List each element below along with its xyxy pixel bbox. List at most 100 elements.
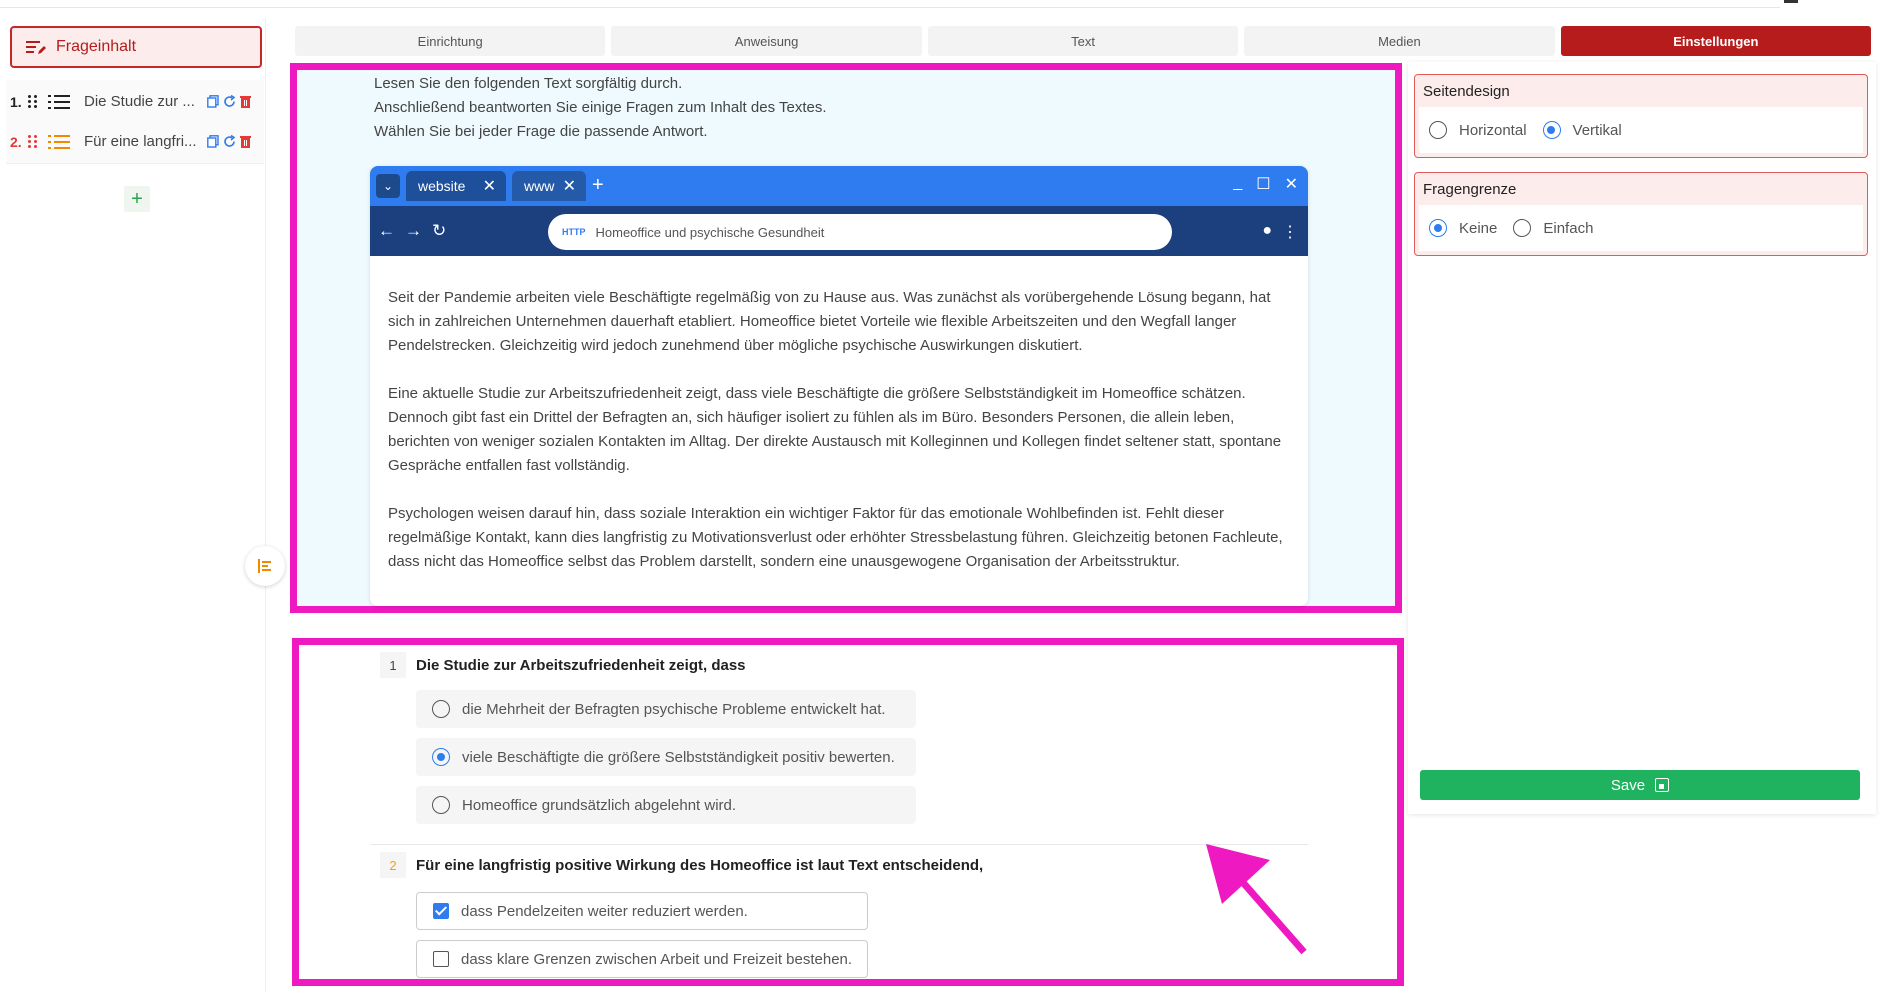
settings-panel: Seitendesign Horizontal Vertikal Frageng… bbox=[1408, 62, 1876, 814]
refresh-icon[interactable] bbox=[222, 135, 236, 149]
save-label: Save bbox=[1610, 776, 1646, 794]
list-icon bbox=[48, 93, 72, 111]
answer-option[interactable]: dass klare Grenzen zwischen Arbeit und F… bbox=[416, 940, 868, 978]
article-paragraph: Seit der Pandemie arbeiten viele Beschäf… bbox=[388, 289, 1271, 354]
browser-tab-bar: ⌄ website ✕ www ✕ + _ ☐ ✕ bbox=[370, 166, 1308, 206]
radio-button[interactable] bbox=[432, 748, 450, 766]
top-icon-fragment bbox=[1784, 0, 1798, 3]
browser-nav: ← → ↻ bbox=[378, 221, 446, 241]
browser-address-bar: ← → ↻ HTTP Homeoffice und psychische Ges… bbox=[370, 206, 1308, 256]
browser-tab[interactable]: www ✕ bbox=[512, 171, 586, 201]
browser-tab-label: www bbox=[524, 178, 555, 194]
question-text: Für eine langfristig positive Wirkung de… bbox=[416, 856, 984, 874]
radio-button[interactable] bbox=[1429, 121, 1447, 139]
sidebar-item-label: Für eine langfri... bbox=[84, 133, 197, 150]
tab-bar: Einrichtung Anweisung Text Medien Einste… bbox=[295, 26, 1872, 56]
card-title: Seitendesign bbox=[1423, 82, 1510, 100]
close-icon[interactable]: ✕ bbox=[563, 176, 576, 196]
answer-option[interactable]: dass Pendelzeiten weiter reduziert werde… bbox=[416, 892, 868, 930]
align-icon bbox=[258, 559, 271, 573]
frageninhalt-button[interactable]: Frageinhalt bbox=[10, 26, 262, 68]
option-label: Vertikal bbox=[1572, 121, 1622, 139]
window-controls: _ ☐ ✕ bbox=[1233, 174, 1298, 194]
checkbox[interactable] bbox=[433, 903, 449, 919]
close-icon[interactable]: ✕ bbox=[483, 176, 496, 196]
http-badge: HTTP bbox=[562, 227, 586, 237]
radio-button[interactable] bbox=[432, 700, 450, 718]
copy-icon[interactable] bbox=[206, 135, 220, 149]
account-icon[interactable]: ● bbox=[1262, 222, 1272, 242]
tab-anweisung[interactable]: Anweisung bbox=[611, 26, 922, 56]
drag-icon[interactable] bbox=[28, 134, 40, 149]
option-label: Keine bbox=[1459, 219, 1498, 237]
new-tab-icon[interactable]: + bbox=[592, 174, 604, 197]
save-button[interactable]: Save bbox=[1420, 770, 1860, 800]
forward-icon[interactable]: → bbox=[405, 221, 422, 241]
edit-list-icon bbox=[26, 38, 46, 56]
option-horizontal[interactable]: Horizontal bbox=[1429, 121, 1527, 139]
answer-option[interactable]: viele Beschäftigte die größere Selbststä… bbox=[416, 738, 916, 776]
item-number: 2. bbox=[10, 133, 22, 150]
instruction-line: Lesen Sie den folgenden Text sorgfältig … bbox=[374, 75, 683, 92]
answer-option[interactable]: die Mehrheit der Befragten psychische Pr… bbox=[416, 690, 916, 728]
checkbox[interactable] bbox=[433, 951, 449, 967]
top-border bbox=[0, 0, 1780, 8]
maximize-icon[interactable]: ☐ bbox=[1256, 174, 1270, 194]
instruction-line: Anschließend beantworten Sie einige Frag… bbox=[374, 99, 827, 116]
url-field[interactable]: HTTP Homeoffice und psychische Gesundhei… bbox=[548, 214, 1172, 250]
more-vert-icon[interactable]: ⋮ bbox=[1282, 222, 1298, 242]
option-label: Einfach bbox=[1543, 219, 1594, 237]
chevron-down-icon[interactable]: ⌄ bbox=[376, 174, 400, 198]
question-2-heading: 2 Für eine langfristig positive Wirkung … bbox=[380, 852, 983, 878]
item-number: 1. bbox=[10, 93, 22, 110]
url-text: Homeoffice und psychische Gesundheit bbox=[595, 224, 825, 240]
tab-text[interactable]: Text bbox=[927, 26, 1239, 56]
sidebar-item-question-1[interactable]: 1. Die Studie zur ... bbox=[6, 80, 264, 124]
radio-button[interactable] bbox=[432, 796, 450, 814]
radio-button[interactable] bbox=[1429, 219, 1447, 237]
add-question-button[interactable]: + bbox=[124, 186, 150, 212]
article-paragraph: Psychologen weisen darauf hin, dass sozi… bbox=[388, 505, 1283, 570]
question-number: 1 bbox=[380, 652, 406, 678]
sidebar-item-question-2[interactable]: 2. Für eine langfri... bbox=[6, 120, 264, 164]
plus-icon: + bbox=[131, 187, 143, 210]
article-body: Seit der Pandemie arbeiten viele Beschäf… bbox=[370, 256, 1308, 574]
option-text: die Mehrheit der Befragten psychische Pr… bbox=[462, 700, 886, 718]
tab-einrichtung[interactable]: Einrichtung bbox=[295, 26, 606, 56]
option-keine[interactable]: Keine bbox=[1429, 219, 1497, 237]
option-vertikal[interactable]: Vertikal bbox=[1542, 121, 1622, 139]
card-title: Fragengrenze bbox=[1423, 180, 1517, 198]
option-einfach[interactable]: Einfach bbox=[1513, 219, 1593, 237]
frageninhalt-label: Frageinhalt bbox=[56, 38, 137, 55]
copy-icon[interactable] bbox=[206, 95, 220, 109]
question-sidebar: Frageinhalt 1. Die Studie zur ... 2. Für… bbox=[0, 18, 266, 992]
browser-mockup: ⌄ website ✕ www ✕ + _ ☐ ✕ ← → ↻ HTTP Homeo… bbox=[370, 166, 1308, 606]
reload-icon[interactable]: ↻ bbox=[432, 221, 446, 241]
browser-tab[interactable]: website ✕ bbox=[406, 171, 506, 201]
option-text: Homeoffice grundsätzlich abgelehnt wird. bbox=[462, 796, 737, 814]
trash-icon[interactable] bbox=[238, 135, 252, 149]
drag-icon[interactable] bbox=[28, 94, 40, 109]
answer-option[interactable]: Homeoffice grundsätzlich abgelehnt wird. bbox=[416, 786, 916, 824]
option-text: dass klare Grenzen zwischen Arbeit und F… bbox=[461, 950, 853, 968]
instruction-line: Wählen Sie bei jeder Frage die passende … bbox=[374, 123, 708, 140]
browser-right-controls: ● ⋮ bbox=[1262, 222, 1298, 242]
radio-button[interactable] bbox=[1542, 121, 1561, 139]
article-paragraph: Eine aktuelle Studie zur Arbeitszufriede… bbox=[388, 385, 1282, 474]
divider bbox=[370, 844, 1308, 845]
list-icon bbox=[48, 133, 72, 151]
tab-medien[interactable]: Medien bbox=[1244, 26, 1555, 56]
question-text: Die Studie zur Arbeitszufriedenheit zeig… bbox=[416, 656, 746, 674]
minimize-icon[interactable]: _ bbox=[1233, 174, 1242, 194]
collapse-sidebar-button[interactable] bbox=[245, 546, 285, 586]
close-window-icon[interactable]: ✕ bbox=[1285, 174, 1298, 194]
option-label: Horizontal bbox=[1459, 121, 1527, 139]
radio-button[interactable] bbox=[1513, 219, 1532, 237]
option-text: dass Pendelzeiten weiter reduziert werde… bbox=[461, 902, 748, 920]
back-icon[interactable]: ← bbox=[378, 221, 395, 241]
tab-einstellungen[interactable]: Einstellungen bbox=[1560, 26, 1872, 56]
trash-icon[interactable] bbox=[238, 95, 252, 109]
option-text: viele Beschäftigte die größere Selbststä… bbox=[462, 748, 895, 766]
seitendesign-card: Seitendesign Horizontal Vertikal bbox=[1414, 74, 1868, 158]
refresh-icon[interactable] bbox=[222, 95, 236, 109]
